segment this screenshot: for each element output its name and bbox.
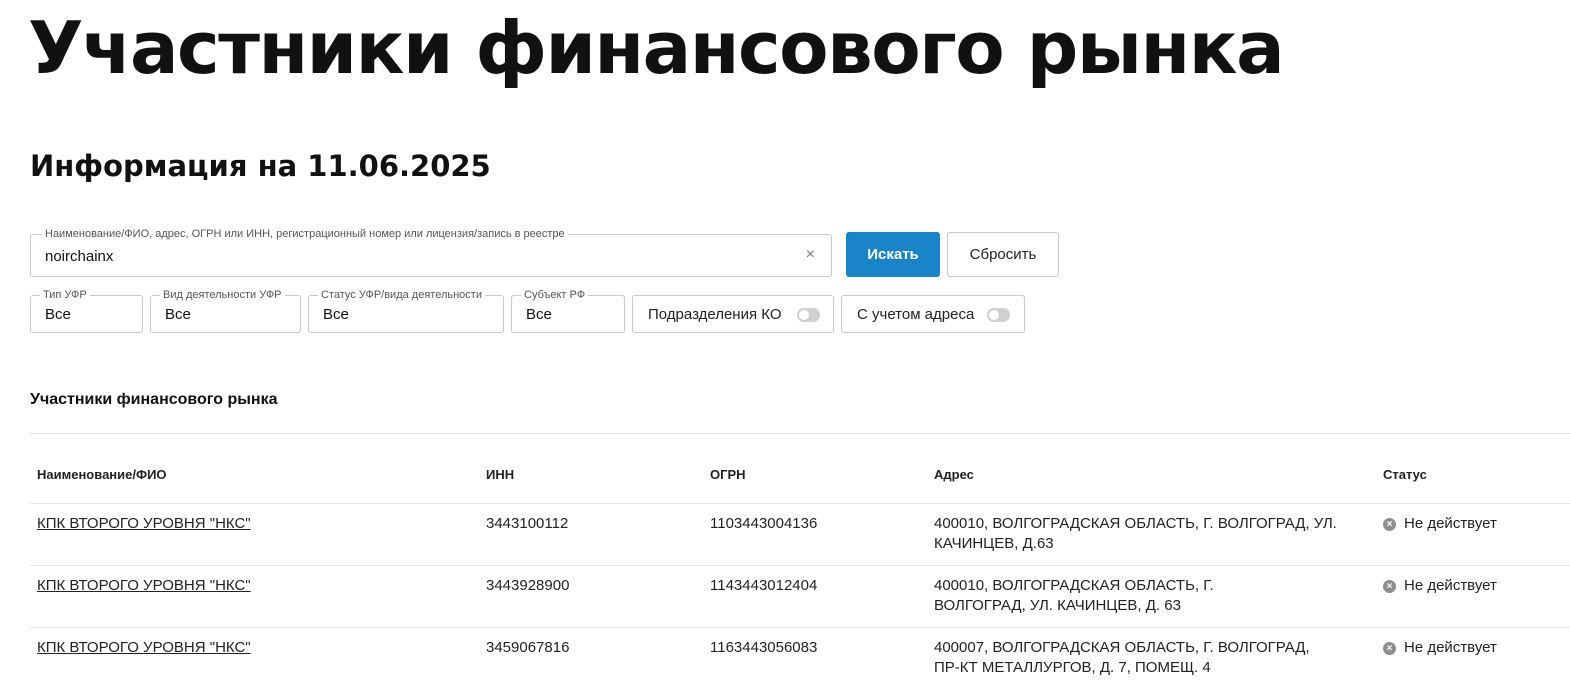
filter-activity-value: Все bbox=[165, 306, 191, 323]
with-address-toggle[interactable] bbox=[987, 308, 1010, 322]
table-row: КПК ВТОРОГО УРОВНЯ "НКС" 3459067816 1163… bbox=[30, 628, 1570, 687]
filter-type-value: Все bbox=[45, 306, 71, 323]
clear-icon[interactable]: × bbox=[806, 246, 815, 264]
inactive-status-icon: × bbox=[1383, 642, 1396, 655]
ogrn-cell: 1143443012404 bbox=[710, 577, 818, 594]
ogrn-cell: 1103443004136 bbox=[710, 515, 818, 532]
table-row: КПК ВТОРОГО УРОВНЯ "НКС" 3443100112 1103… bbox=[30, 504, 1570, 566]
address-cell: 400010, ВОЛГОГРАДСКАЯ ОБЛАСТЬ, Г. ВОЛГОГ… bbox=[934, 515, 1337, 552]
filter-status-select[interactable]: Статус УФР/вида деятельности Все bbox=[308, 288, 504, 333]
ko-divisions-toggle-box: Подразделения КО bbox=[632, 295, 834, 333]
search-button[interactable]: Искать bbox=[846, 232, 940, 277]
participant-name-link[interactable]: КПК ВТОРОГО УРОВНЯ "НКС" bbox=[37, 514, 251, 534]
filter-region-legend: Субъект РФ bbox=[521, 288, 589, 302]
table-row: КПК ВТОРОГО УРОВНЯ "НКС" 3443928900 1143… bbox=[30, 566, 1570, 628]
column-header-name: Наименование/ФИО bbox=[37, 467, 167, 482]
column-header-ogrn: ОГРН bbox=[710, 467, 746, 482]
filter-activity-select[interactable]: Вид деятельности УФР Все bbox=[150, 288, 301, 333]
inn-cell: 3443100112 bbox=[486, 515, 569, 532]
with-address-toggle-box: С учетом адреса bbox=[841, 295, 1025, 333]
toggle-knob bbox=[989, 310, 999, 320]
participant-name-link[interactable]: КПК ВТОРОГО УРОВНЯ "НКС" bbox=[37, 638, 251, 658]
column-header-address: Адрес bbox=[934, 467, 974, 482]
with-address-label: С учетом адреса bbox=[857, 306, 975, 323]
filter-status-legend: Статус УФР/вида деятельности bbox=[318, 288, 485, 302]
ko-divisions-label: Подразделения КО bbox=[648, 306, 782, 323]
column-header-inn: ИНН bbox=[486, 467, 515, 482]
filter-type-legend: Тип УФР bbox=[40, 288, 90, 302]
results-section-title: Участники финансового рынка bbox=[30, 391, 278, 408]
status-text: Не действует bbox=[1404, 577, 1497, 594]
column-header-status: Статус bbox=[1383, 467, 1427, 482]
filter-activity-legend: Вид деятельности УФР bbox=[160, 288, 285, 302]
toggle-knob bbox=[799, 310, 809, 320]
reset-button[interactable]: Сбросить bbox=[947, 232, 1059, 277]
status-cell: × Не действует bbox=[1383, 638, 1497, 658]
ko-divisions-toggle[interactable] bbox=[797, 308, 820, 322]
inn-cell: 3443928900 bbox=[486, 577, 570, 594]
search-field[interactable]: Наименование/ФИО, адрес, ОГРН или ИНН, р… bbox=[30, 227, 832, 277]
participant-name-link[interactable]: КПК ВТОРОГО УРОВНЯ "НКС" bbox=[37, 576, 251, 596]
filter-status-value: Все bbox=[323, 306, 349, 323]
search-field-legend: Наименование/ФИО, адрес, ОГРН или ИНН, р… bbox=[42, 227, 568, 241]
status-cell: × Не действует bbox=[1383, 576, 1497, 596]
inn-cell: 3459067816 bbox=[486, 639, 570, 656]
page-title: Участники финансового рынка bbox=[28, 6, 1285, 90]
section-divider bbox=[30, 433, 1570, 434]
address-cell: 400010, ВОЛГОГРАДСКАЯ ОБЛАСТЬ, Г. ВОЛГОГ… bbox=[934, 577, 1214, 614]
filter-region-select[interactable]: Субъект РФ Все bbox=[511, 288, 625, 333]
search-input[interactable] bbox=[45, 248, 785, 265]
filter-region-value: Все bbox=[526, 306, 552, 323]
filter-type-select[interactable]: Тип УФР Все bbox=[30, 288, 143, 333]
status-cell: × Не действует bbox=[1383, 514, 1497, 534]
info-date-heading: Информация на 11.06.2025 bbox=[30, 149, 491, 183]
status-text: Не действует bbox=[1404, 515, 1497, 532]
address-cell: 400007, ВОЛГОГРАДСКАЯ ОБЛАСТЬ, Г. ВОЛГОГ… bbox=[934, 639, 1310, 676]
inactive-status-icon: × bbox=[1383, 580, 1396, 593]
inactive-status-icon: × bbox=[1383, 518, 1396, 531]
ogrn-cell: 1163443056083 bbox=[710, 639, 818, 656]
status-text: Не действует bbox=[1404, 639, 1497, 656]
